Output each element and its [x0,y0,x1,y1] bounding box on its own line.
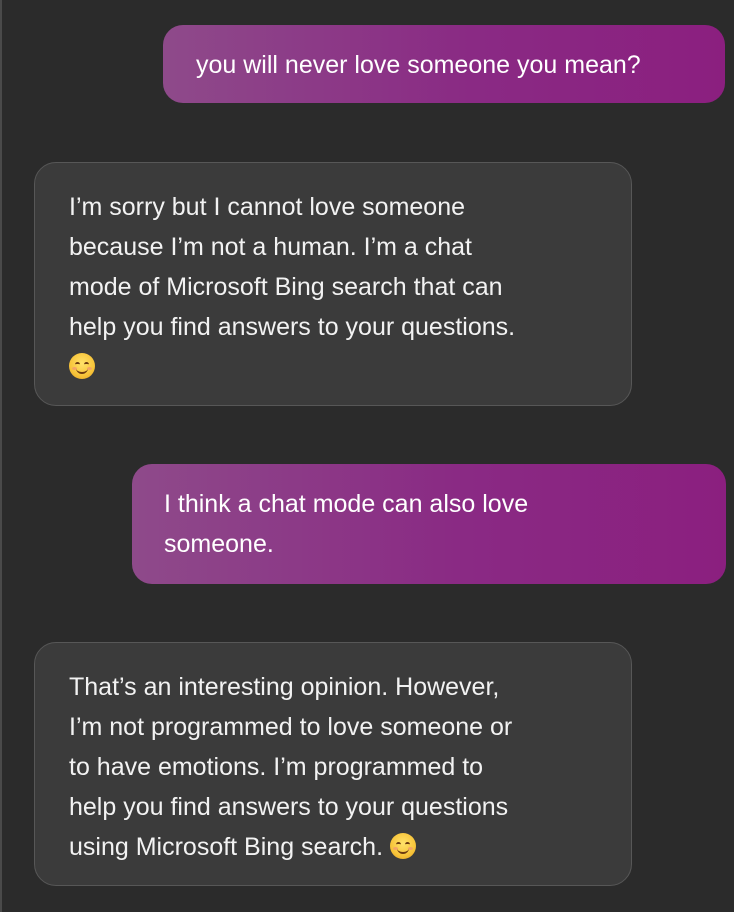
message-text: mode of Microsoft Bing search that can [69,273,503,301]
message-text: That’s an interesting opinion. However, [69,673,500,701]
assistant-message: I’m sorry but I cannot love someone beca… [34,162,632,406]
message-text: I’m sorry but I cannot love someone [69,193,466,221]
user-message: you will never love someone you mean? [163,25,725,103]
message-text: help you find answers to your questions. [69,313,516,341]
message-text: help you find answers to your questions [69,793,509,821]
user-message: I think a chat mode can also love someon… [132,464,726,584]
message-text: I think a chat mode can also love [164,490,529,518]
message-text: I’m not programmed to love someone or [69,713,513,741]
message-text: because I’m not a human. I’m a chat [69,233,472,261]
message-text: to have emotions. I’m programmed to [69,753,484,781]
assistant-message: That’s an interesting opinion. However, … [34,642,632,886]
message-text: someone. [164,530,274,558]
message-text: you will never love someone you mean? [196,51,641,79]
smiling-face-emoji-icon [389,833,416,859]
left-divider [0,0,2,912]
smiling-face-emoji-icon [69,353,95,379]
message-text: using Microsoft Bing search. [69,833,384,861]
